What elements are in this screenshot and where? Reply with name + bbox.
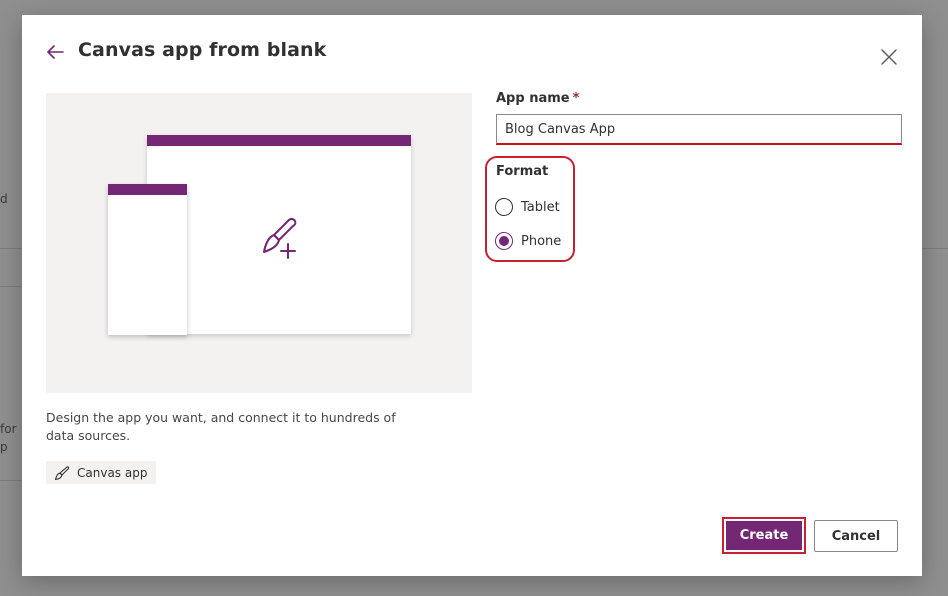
radio-label-tablet: Tablet [521,199,560,215]
brush-add-icon [263,217,297,259]
dialog-description: Design the app you want, and connect it … [46,410,396,443]
create-app-dialog: Canvas app from blank Design the app you… [22,15,922,576]
brush-icon [54,465,70,480]
app-preview-illustration [46,93,472,393]
background-divider [0,480,22,481]
background-divider [922,248,948,249]
radio-button-phone[interactable] [495,232,513,250]
cancel-button[interactable]: Cancel [814,520,898,552]
tag-label: Canvas app [77,465,148,480]
format-label: Format [496,164,549,179]
back-button[interactable] [44,41,66,63]
canvas-app-tag: Canvas app [46,461,157,484]
background-text: for [0,422,17,436]
radio-label-phone: Phone [521,233,562,249]
background-divider [0,248,22,249]
create-button[interactable]: Create [726,521,802,550]
format-option-phone[interactable]: Phone [495,232,561,250]
dialog-title: Canvas app from blank [78,39,327,61]
app-name-input[interactable] [496,114,902,145]
format-option-tablet[interactable]: Tablet [495,198,560,216]
required-marker: * [572,91,580,106]
radio-button-tablet[interactable] [495,198,513,216]
phone-header-bar [108,184,187,195]
background-divider [0,286,22,287]
radio-selected-dot [499,236,509,246]
arrow-left-icon [47,45,64,59]
app-name-label: App name * [496,91,579,106]
phone-mockup [108,184,187,335]
app-name-label-text: App name [496,91,570,106]
background-text: d [0,192,8,206]
close-button[interactable] [878,46,900,68]
close-icon [881,49,897,65]
background-text: p [0,440,8,454]
tablet-header-bar [147,135,411,146]
